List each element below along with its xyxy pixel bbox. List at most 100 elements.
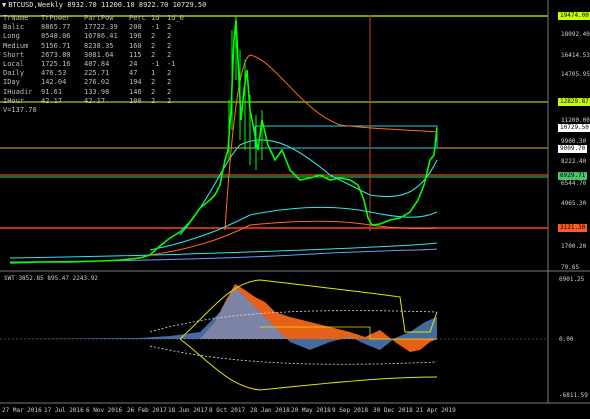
price-tick: 9900.30 (561, 138, 587, 145)
stats-row: IHour 42.17 42.17 100 2 2 (3, 97, 181, 106)
cell: IHour (3, 96, 25, 105)
level-box-6929: 6929.71 (558, 172, 588, 180)
cell: 146 (129, 87, 142, 96)
level-box-3121: 3121.30 (558, 224, 588, 232)
level-box-9009: 9009.70 (558, 145, 588, 153)
stats-row: IHuadir 91.61 133.98 146 2 2 (3, 88, 181, 97)
cell: -1 (151, 23, 160, 32)
cell: 8548.06 (41, 32, 71, 41)
cell: 1 (151, 69, 156, 78)
cell: 2 (167, 41, 172, 50)
cell: 196 (129, 32, 142, 41)
cell: 2 (167, 78, 172, 87)
cell: Balic (3, 23, 25, 32)
cell: 2 (167, 87, 172, 96)
cell: 2 (151, 41, 156, 50)
price-tick: 11200.00 (561, 117, 590, 124)
cell: 194 (129, 78, 142, 87)
header-1d0: 1d_0 (167, 14, 184, 22)
cell: Short (3, 50, 25, 59)
stats-row: Medium 5156.71 8238.35 160 2 2 (3, 42, 181, 51)
cell: 2673.80 (41, 50, 71, 59)
cell: 115 (129, 50, 142, 59)
range-box-cyan (254, 125, 438, 149)
cell: 42.17 (84, 96, 106, 105)
v-value: V=137.70 (3, 106, 37, 115)
cell: 47 (129, 69, 138, 78)
swt-axis-zero: 0.00 (559, 336, 574, 343)
cell: 476.53 (41, 69, 67, 78)
cell: 133.98 (84, 87, 110, 96)
swt-axis-top: 6901.25 (559, 276, 585, 283)
price-tick: 4965.30 (561, 200, 587, 207)
trend-stats-panel: TrName TrPower PartPow Perc 1d 1d_0 Bali… (3, 14, 184, 115)
cell: Local (3, 60, 25, 69)
header-trpower: TrPower (41, 14, 71, 22)
stats-row: Short 2673.80 3081.64 115 2 2 (3, 51, 181, 60)
time-tick: 18 Jun 2017 (168, 407, 208, 414)
header-trname: TrName (3, 14, 29, 22)
cell: 5156.71 (41, 41, 71, 50)
stats-header: TrName TrPower PartPow Perc 1d 1d_0 (3, 14, 184, 23)
cell: 17722.39 (84, 23, 118, 32)
header-perc: Perc (129, 14, 146, 22)
cell: -1 (167, 60, 176, 69)
price-tick: 18092.40 (561, 31, 590, 38)
cell: Long (3, 32, 20, 41)
cell: 200 (129, 23, 142, 32)
cell: -1 (151, 60, 160, 69)
cell: 160 (129, 41, 142, 50)
price-tick: 16414.53 (561, 52, 590, 59)
stats-row: IDay 142.04 276.02 194 2 2 (3, 78, 181, 87)
cell: 8238.35 (84, 41, 114, 50)
cell: 225.71 (84, 69, 110, 78)
price-tick: 6544.70 (561, 180, 587, 187)
cell: 2 (167, 23, 172, 32)
time-tick: 30 Dec 2018 (373, 407, 413, 414)
stats-row: Balic 8865.77 17722.39 200 -1 2 (3, 23, 181, 32)
swt-oscillator-chart[interactable] (0, 272, 548, 403)
cell: 2 (167, 96, 172, 105)
cell: 2 (151, 32, 156, 41)
current-price-box: 10729.50 (558, 124, 590, 132)
cell: 2 (151, 50, 156, 59)
ma-medium-cyan (149, 207, 438, 251)
cell: IHuadir (3, 87, 33, 96)
ma-long-blue (9, 248, 438, 263)
time-tick: 6 Nov 2016 (86, 407, 123, 414)
cell: 2 (151, 87, 156, 96)
cell: 142.04 (41, 78, 67, 87)
cell: 100 (129, 96, 142, 105)
cell: 16786.41 (84, 32, 118, 41)
cell: 276.02 (84, 78, 110, 87)
time-tick: 26 Feb 2017 (127, 407, 167, 414)
ma-long-cyan (9, 242, 438, 259)
time-tick: 27 Mar 2016 (2, 407, 42, 414)
cell: 24 (129, 60, 138, 69)
level-box-12829: 12829.87 (558, 98, 590, 106)
cell: 1725.16 (41, 60, 71, 69)
swt-dotted-level (149, 345, 438, 365)
header-1d: 1d (151, 14, 160, 22)
stats-row: Long 8548.06 16786.41 196 2 2 (3, 32, 181, 41)
time-tick: 17 Jul 2016 (44, 407, 84, 414)
cell: IDay (3, 78, 20, 87)
cell: Daily (3, 69, 25, 78)
cell: 42.17 (41, 96, 63, 105)
cell: 91.61 (41, 87, 63, 96)
time-tick: 28 Jan 2018 (250, 407, 290, 414)
swt-blue-histogram (0, 287, 437, 350)
time-tick: 21 Apr 2019 (416, 407, 456, 414)
cell: 8865.77 (41, 23, 71, 32)
time-tick: 20 May 2018 (291, 407, 331, 414)
price-tick: 8222.40 (561, 158, 587, 165)
price-tick: 1700.20 (561, 243, 587, 250)
cell: 2 (151, 96, 156, 105)
price-tick: 14705.95 (561, 71, 590, 78)
header-partpow: PartPow (84, 14, 114, 22)
time-tick: 8 Oct 2017 (209, 407, 246, 414)
cell: 407.84 (84, 60, 110, 69)
cell: 2 (151, 78, 156, 87)
price-tick: 79.65 (561, 264, 580, 271)
cell: 2 (167, 32, 172, 41)
